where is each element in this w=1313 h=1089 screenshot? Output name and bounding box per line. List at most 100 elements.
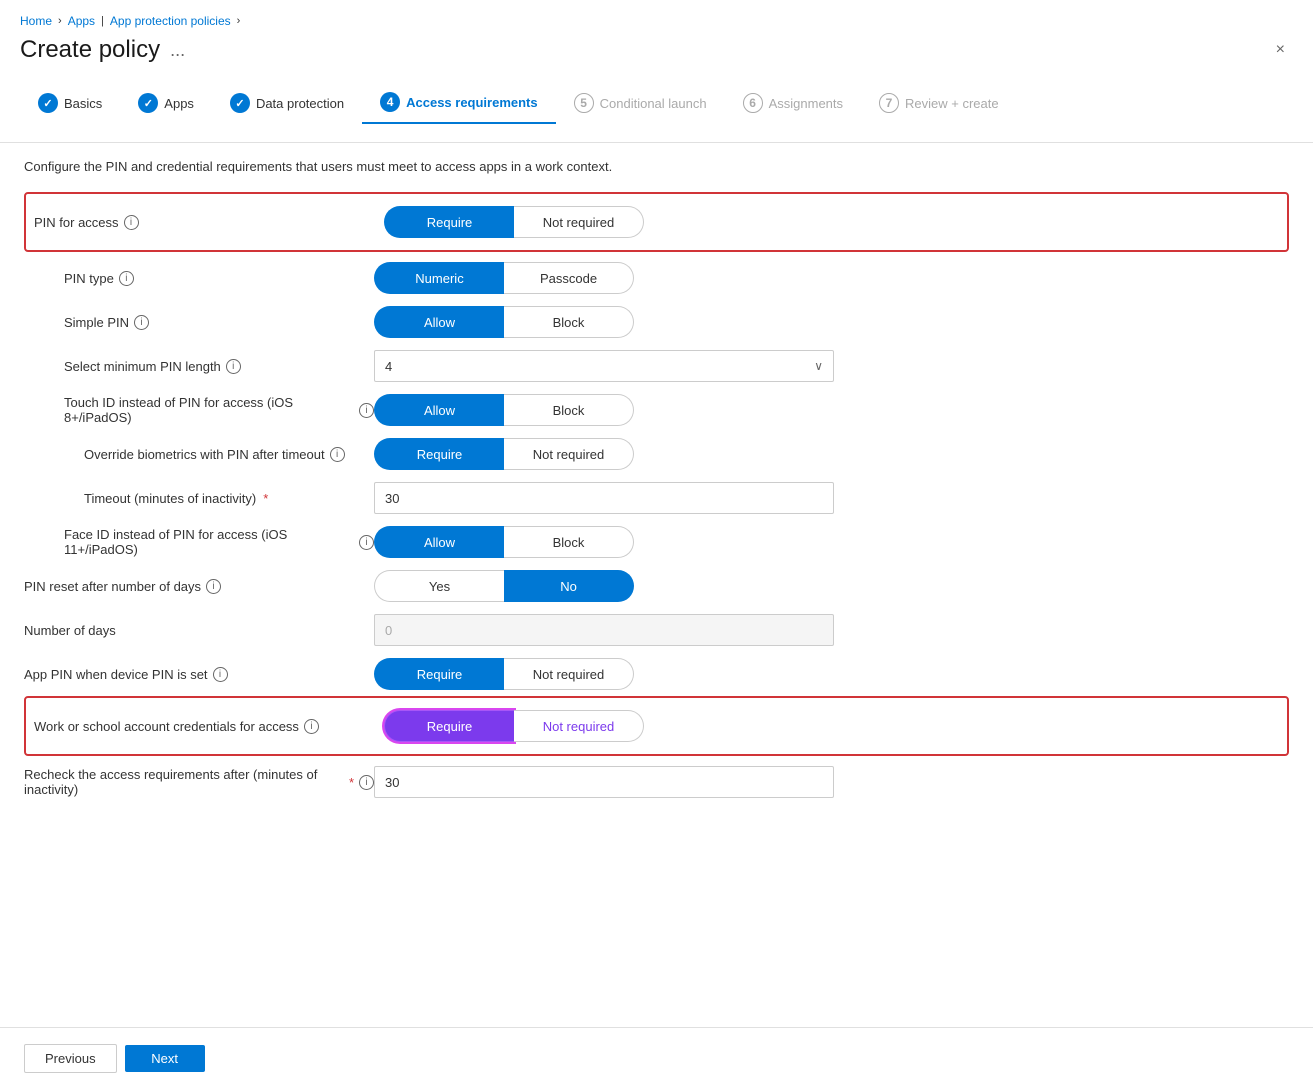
step-circle-access_requirements: 4 — [380, 92, 400, 112]
toggle-group-face_id: AllowBlock — [374, 526, 634, 558]
step-circle-conditional_launch: 5 — [574, 93, 594, 113]
step-conditional_launch: 5 Conditional launch — [556, 83, 725, 123]
form-row-min_pin_length: Select minimum PIN lengthi4∨ — [24, 344, 1289, 388]
form-row-pin_reset: PIN reset after number of days i YesNo — [24, 564, 1289, 608]
step-access_requirements[interactable]: 4 Access requirements — [362, 82, 556, 124]
main-content: Configure the PIN and credential require… — [0, 159, 1313, 1027]
bc-sep-3: › — [237, 15, 241, 27]
bc-sep-2: | — [101, 15, 104, 27]
toggle-btn-pin_for_access-1[interactable]: Not required — [514, 206, 644, 238]
description: Configure the PIN and credential require… — [24, 159, 1289, 174]
toggle-btn-simple_pin-0[interactable]: Allow — [374, 306, 504, 338]
toggle-group-pin_for_access: RequireNot required — [384, 206, 644, 238]
step-basics[interactable]: ✓Basics — [20, 83, 120, 123]
step-apps[interactable]: ✓Apps — [120, 83, 212, 123]
toggle-group-simple_pin: AllowBlock — [374, 306, 634, 338]
toggle-btn-work_credentials-1[interactable]: Not required — [514, 710, 644, 742]
step-circle-data_protection: ✓ — [230, 93, 250, 113]
info-icon-simple_pin[interactable]: i — [134, 315, 149, 330]
form-row-pin_type: PIN type i NumericPasscode — [24, 256, 1289, 300]
form-row-touch_id: Touch ID instead of PIN for access (iOS … — [24, 388, 1289, 432]
form-row-number_of_days: Number of days — [24, 608, 1289, 652]
toggle-btn-app_pin_device-0[interactable]: Require — [374, 658, 504, 690]
info-icon-app_pin_device[interactable]: i — [213, 667, 228, 682]
label-pin_reset: PIN reset after number of days — [24, 579, 201, 594]
form-row-work_credentials: Work or school account credentials for a… — [24, 696, 1289, 756]
dropdown-min_pin_length[interactable]: 4∨ — [374, 350, 834, 382]
toggle-btn-pin_reset-1[interactable]: No — [504, 570, 634, 602]
footer: Previous Next — [0, 1027, 1313, 1089]
info-icon-touch_id[interactable]: i — [359, 403, 374, 418]
step-label-data_protection: Data protection — [256, 96, 344, 111]
info-icon-work_credentials[interactable]: i — [304, 719, 319, 734]
label-simple_pin: Simple PIN — [64, 315, 129, 330]
info-icon-pin_type[interactable]: i — [119, 271, 134, 286]
toggle-group-app_pin_device: RequireNot required — [374, 658, 634, 690]
breadcrumb-app-protection[interactable]: App protection policies — [110, 14, 231, 28]
toggle-btn-pin_type-1[interactable]: Passcode — [504, 262, 634, 294]
text-input-number_of_days — [374, 614, 834, 646]
info-icon-override_biometrics[interactable]: i — [330, 447, 345, 462]
required-star-recheck_access: * — [349, 775, 354, 790]
previous-button[interactable]: Previous — [24, 1044, 117, 1073]
info-icon-min_pin_length[interactable]: i — [226, 359, 241, 374]
label-override_biometrics: Override biometrics with PIN after timeo… — [84, 447, 325, 462]
info-icon-pin_for_access[interactable]: i — [124, 215, 139, 230]
step-label-basics: Basics — [64, 96, 102, 111]
form-row-override_biometrics: Override biometrics with PIN after timeo… — [24, 432, 1289, 476]
toggle-btn-touch_id-1[interactable]: Block — [504, 394, 634, 426]
label-app_pin_device: App PIN when device PIN is set — [24, 667, 208, 682]
close-button[interactable]: × — [1268, 37, 1293, 63]
page-wrapper: Home › Apps | App protection policies › … — [0, 0, 1313, 1089]
toggle-btn-simple_pin-1[interactable]: Block — [504, 306, 634, 338]
toggle-btn-face_id-0[interactable]: Allow — [374, 526, 504, 558]
stepper: ✓Basics✓Apps ✓ Data protection 4 Access requ… — [0, 82, 1313, 143]
breadcrumb-apps[interactable]: Apps — [68, 14, 95, 28]
toggle-btn-override_biometrics-0[interactable]: Require — [374, 438, 504, 470]
toggle-group-pin_reset: YesNo — [374, 570, 634, 602]
form-row-timeout: Timeout (minutes of inactivity) * — [24, 476, 1289, 520]
text-input-timeout[interactable] — [374, 482, 834, 514]
step-label-conditional_launch: Conditional launch — [600, 96, 707, 111]
toggle-btn-pin_type-0[interactable]: Numeric — [374, 262, 504, 294]
label-min_pin_length: Select minimum PIN length — [64, 359, 221, 374]
dropdown-value-min_pin_length: 4 — [385, 359, 392, 374]
page-title-dots[interactable]: ... — [170, 40, 185, 61]
label-pin_for_access: PIN for access — [34, 215, 119, 230]
label-touch_id: Touch ID instead of PIN for access (iOS … — [64, 395, 354, 425]
info-icon-face_id[interactable]: i — [359, 535, 374, 550]
step-label-access_requirements: Access requirements — [406, 95, 538, 110]
label-number_of_days: Number of days — [24, 623, 116, 638]
form-row-face_id: Face ID instead of PIN for access (iOS 1… — [24, 520, 1289, 564]
toggle-btn-app_pin_device-1[interactable]: Not required — [504, 658, 634, 690]
step-label-review_create: Review + create — [905, 96, 999, 111]
toggle-group-override_biometrics: RequireNot required — [374, 438, 634, 470]
step-data_protection[interactable]: ✓ Data protection — [212, 83, 362, 123]
chevron-down-icon-min_pin_length: ∨ — [814, 359, 823, 373]
bc-sep-1: › — [58, 15, 62, 27]
label-pin_type: PIN type — [64, 271, 114, 286]
step-label-assignments: Assignments — [769, 96, 843, 111]
required-star-timeout: * — [263, 491, 268, 506]
text-input-recheck_access[interactable] — [374, 766, 834, 798]
toggle-btn-override_biometrics-1[interactable]: Not required — [504, 438, 634, 470]
step-label-apps: Apps — [164, 96, 194, 111]
toggle-btn-face_id-1[interactable]: Block — [504, 526, 634, 558]
next-button[interactable]: Next — [125, 1045, 205, 1072]
label-timeout: Timeout (minutes of inactivity) — [84, 491, 256, 506]
form-row-pin_for_access: PIN for access i RequireNot required — [24, 192, 1289, 252]
toggle-btn-pin_reset-0[interactable]: Yes — [374, 570, 504, 602]
toggle-group-pin_type: NumericPasscode — [374, 262, 634, 294]
toggle-btn-work_credentials-0[interactable]: Require — [384, 710, 514, 742]
step-assignments: 6Assignments — [725, 83, 861, 123]
page-title: Create policy — [20, 36, 160, 64]
breadcrumb-home[interactable]: Home — [20, 14, 52, 28]
page-title-row: Create policy ... × — [0, 32, 1313, 82]
toggle-btn-touch_id-0[interactable]: Allow — [374, 394, 504, 426]
info-icon-recheck_access[interactable]: i — [359, 775, 374, 790]
form-row-app_pin_device: App PIN when device PIN is set i RequireNo… — [24, 652, 1289, 696]
breadcrumb: Home › Apps | App protection policies › — [0, 0, 1313, 32]
info-icon-pin_reset[interactable]: i — [206, 579, 221, 594]
toggle-btn-pin_for_access-0[interactable]: Require — [384, 206, 514, 238]
form-section: PIN for accessiRequireNot requiredPIN ty… — [24, 192, 1289, 804]
